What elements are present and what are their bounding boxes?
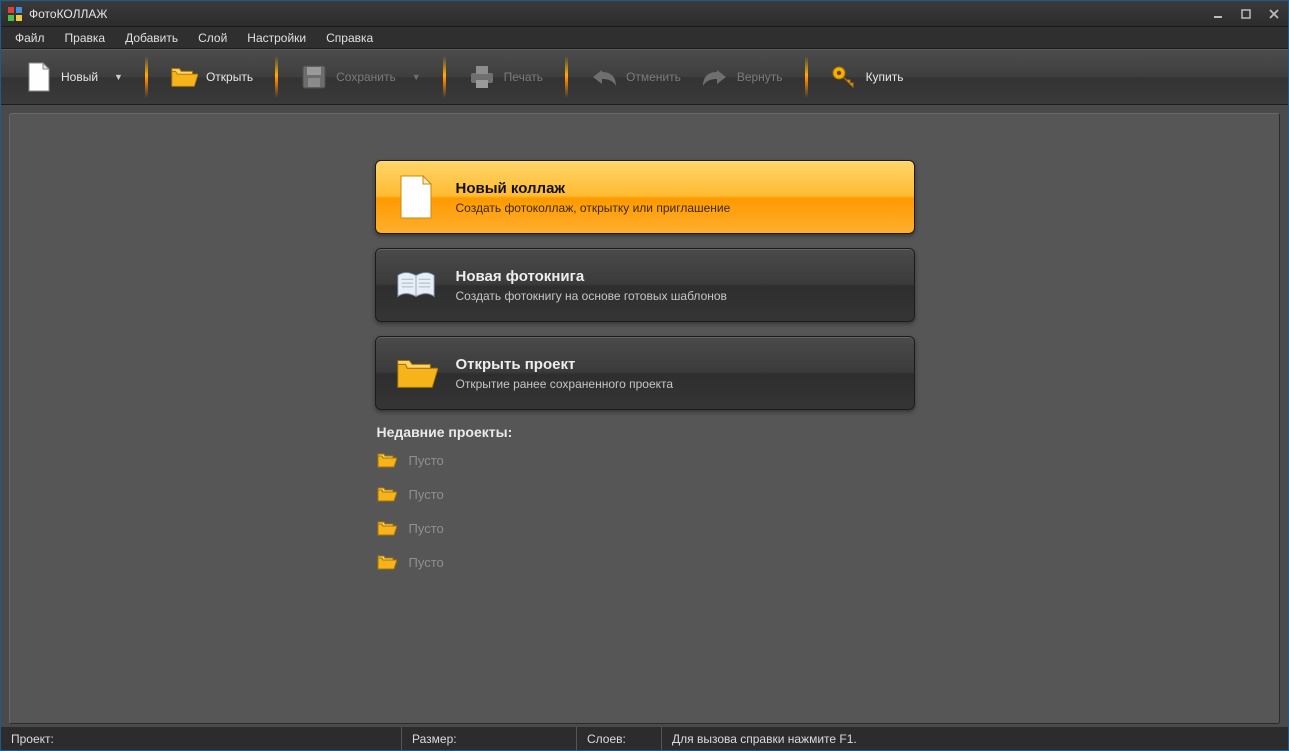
recent-label: Пусто — [409, 453, 444, 468]
status-help: Для вызова справки нажмите F1. — [661, 727, 1288, 750]
card-desc: Открытие ранее сохраненного проекта — [456, 377, 674, 391]
menu-edit[interactable]: Правка — [57, 29, 114, 47]
recent-label: Пусто — [409, 487, 444, 502]
status-project-label: Проект: — [11, 732, 54, 746]
save-icon — [300, 63, 328, 91]
recent-item[interactable]: Пусто — [377, 450, 915, 470]
toolbar-undo-button[interactable]: Отменить — [580, 59, 691, 95]
toolbar-buy-label: Купить — [866, 70, 904, 84]
menu-layer[interactable]: Слой — [190, 29, 235, 47]
card-new-photobook[interactable]: Новая фотокнига Создать фотокнигу на осн… — [375, 248, 915, 322]
card-new-collage[interactable]: Новый коллаж Создать фотоколлаж, открытк… — [375, 160, 915, 234]
card-title: Открыть проект — [456, 356, 674, 373]
recent-item[interactable]: Пусто — [377, 518, 915, 538]
book-icon — [394, 263, 438, 307]
card-desc: Создать фотокнигу на основе готовых шабл… — [456, 289, 727, 303]
status-help-hint: Для вызова справки нажмите F1. — [672, 732, 857, 746]
toolbar-separator — [805, 56, 808, 98]
card-title: Новый коллаж — [456, 180, 731, 197]
recent-item[interactable]: Пусто — [377, 484, 915, 504]
menu-file[interactable]: Файл — [7, 29, 53, 47]
redo-icon — [701, 63, 729, 91]
undo-icon — [590, 63, 618, 91]
toolbar-new-button[interactable]: Новый ▼ — [15, 59, 133, 95]
toolbar-separator — [275, 56, 278, 98]
maximize-button[interactable] — [1236, 7, 1256, 21]
recent-item[interactable]: Пусто — [377, 552, 915, 572]
toolbar-print-label: Печать — [504, 70, 543, 84]
app-title: ФотоКОЛЛАЖ — [29, 7, 107, 21]
menu-settings[interactable]: Настройки — [239, 29, 314, 47]
status-size: Размер: — [401, 727, 576, 750]
recent-list: Пусто Пусто Пусто — [375, 450, 915, 572]
toolbar-separator — [145, 56, 148, 98]
menu-help[interactable]: Справка — [318, 29, 381, 47]
status-size-label: Размер: — [412, 732, 457, 746]
status-project: Проект: — [1, 727, 401, 750]
card-desc: Создать фотоколлаж, открытку или приглаш… — [456, 201, 731, 215]
toolbar-new-label: Новый — [61, 70, 98, 84]
dropdown-icon: ▼ — [412, 72, 421, 82]
card-title: Новая фотокнига — [456, 268, 727, 285]
new-file-icon — [25, 63, 53, 91]
toolbar-undo-label: Отменить — [626, 70, 681, 84]
status-layers-label: Слоев: — [587, 732, 626, 746]
toolbar-save-button[interactable]: Сохранить ▼ — [290, 59, 431, 95]
page-icon — [394, 175, 438, 219]
toolbar-open-button[interactable]: Открыть — [160, 59, 263, 95]
toolbar-save-label: Сохранить — [336, 70, 396, 84]
toolbar: Новый ▼ Открыть Сохрани — [1, 49, 1288, 105]
toolbar-separator — [443, 56, 446, 98]
dropdown-icon: ▼ — [114, 72, 123, 82]
folder-small-icon — [377, 484, 397, 504]
toolbar-redo-button[interactable]: Вернуть — [691, 59, 793, 95]
recent-heading: Недавние проекты: — [377, 424, 915, 440]
folder-small-icon — [377, 552, 397, 572]
toolbar-redo-label: Вернуть — [737, 70, 783, 84]
menubar: Файл Правка Добавить Слой Настройки Спра… — [1, 27, 1288, 49]
menu-add[interactable]: Добавить — [117, 29, 186, 47]
status-layers: Слоев: — [576, 727, 661, 750]
folder-small-icon — [377, 518, 397, 538]
start-panel: Новый коллаж Создать фотоколлаж, открытк… — [375, 160, 915, 572]
toolbar-open-label: Открыть — [206, 70, 253, 84]
workspace: Новый коллаж Создать фотоколлаж, открытк… — [9, 113, 1280, 724]
print-icon — [468, 63, 496, 91]
workspace-wrap: Новый коллаж Создать фотоколлаж, открытк… — [1, 105, 1288, 726]
open-folder-icon — [170, 63, 198, 91]
app-icon — [7, 6, 23, 22]
folder-small-icon — [377, 450, 397, 470]
toolbar-separator — [565, 56, 568, 98]
toolbar-print-button[interactable]: Печать — [458, 59, 553, 95]
toolbar-buy-button[interactable]: Купить — [820, 59, 914, 95]
minimize-button[interactable] — [1208, 7, 1228, 21]
titlebar: ФотоКОЛЛАЖ — [1, 1, 1288, 27]
window-controls — [1208, 7, 1284, 21]
card-open-project[interactable]: Открыть проект Открытие ранее сохраненно… — [375, 336, 915, 410]
folder-icon — [394, 351, 438, 395]
statusbar: Проект: Размер: Слоев: Для вызова справк… — [1, 726, 1288, 750]
close-button[interactable] — [1264, 7, 1284, 21]
recent-label: Пусто — [409, 521, 444, 536]
key-icon — [830, 63, 858, 91]
recent-label: Пусто — [409, 555, 444, 570]
